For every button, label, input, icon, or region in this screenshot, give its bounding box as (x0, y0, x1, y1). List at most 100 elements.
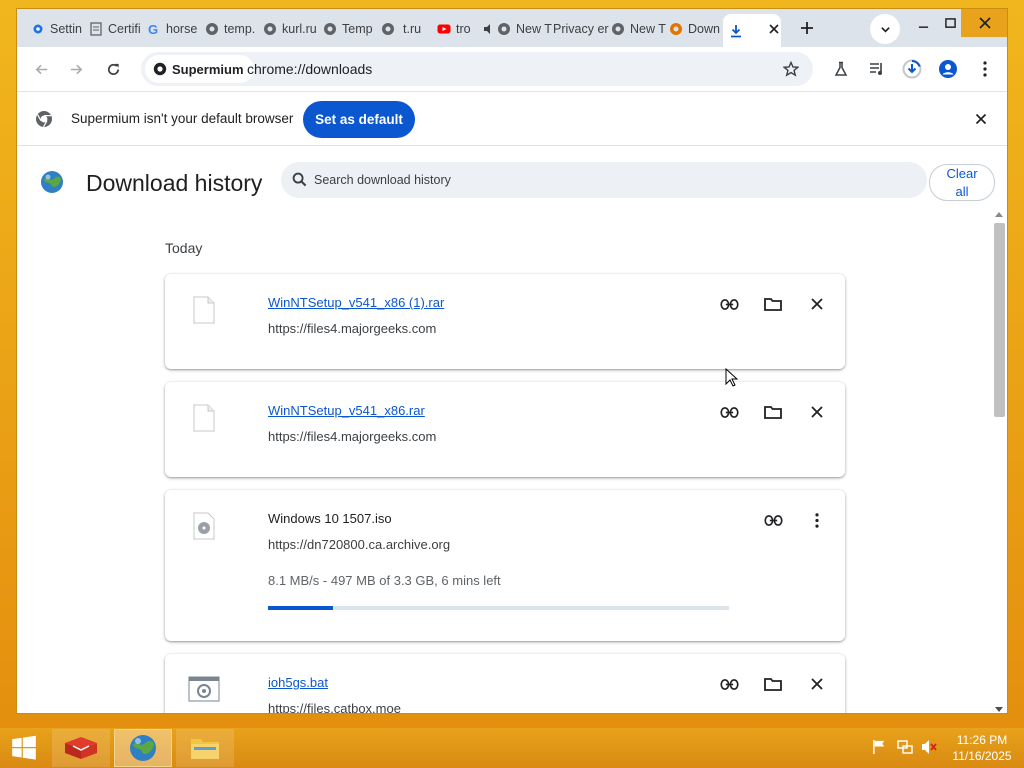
tab-privacy-error[interactable]: Privacy err (553, 17, 609, 41)
tab-label: temp. (224, 22, 256, 36)
download-item: WinNTSetup_v541_x86.rar https://files4.m… (165, 382, 845, 477)
search-icon (292, 172, 307, 192)
tab-downloads-previous[interactable]: Down (669, 17, 727, 41)
tab-label: Down (688, 22, 720, 36)
tab-label: Settin (50, 22, 82, 36)
copy-link-icon[interactable] (715, 290, 743, 318)
download-filename-link[interactable]: WinNTSetup_v541_x86.rar (268, 403, 425, 418)
labs-flask-icon[interactable] (829, 57, 853, 81)
new-tab-button[interactable] (789, 14, 825, 42)
tab-new-tab-2[interactable]: New T (611, 17, 667, 41)
set-as-default-button[interactable]: Set as default (303, 101, 415, 138)
tab-label: t.ru (403, 22, 422, 36)
scroll-up-arrow-icon[interactable] (995, 212, 1003, 217)
gear-icon (31, 22, 45, 36)
default-browser-infobar: Supermium isn't your default browser Set… (17, 91, 1007, 146)
download-item: WinNTSetup_v541_x86 (1).rar https://file… (165, 274, 845, 369)
more-actions-icon[interactable] (803, 506, 831, 534)
tab-downloads-active[interactable] (723, 14, 781, 47)
copy-link-icon[interactable] (759, 506, 787, 534)
back-button[interactable] (29, 57, 53, 81)
close-tab-icon[interactable] (768, 23, 780, 38)
site-info-chip[interactable]: Supermium (145, 55, 254, 83)
tab-new-tab[interactable]: New T (497, 17, 555, 41)
supermium-logo-icon (153, 62, 167, 76)
download-item: ioh5gs.bat https://files.catbox.moe (165, 654, 845, 713)
media-controls-icon[interactable] (865, 57, 889, 81)
globe-icon (263, 22, 277, 36)
globe-icon (205, 22, 219, 36)
globe-icon (381, 22, 395, 36)
file-explorer-icon[interactable] (176, 729, 234, 767)
close-window-button[interactable] (961, 9, 1007, 37)
start-button[interactable] (0, 729, 48, 767)
tab-strip: Settin Certifi G horse temp. kurl.ru Tem… (17, 9, 1007, 47)
downloads-globe-logo-icon (40, 170, 64, 194)
tab-horse[interactable]: G horse (147, 17, 203, 41)
remove-download-icon[interactable] (803, 398, 831, 426)
tab-settings[interactable]: Settin (31, 17, 87, 41)
windows-logo-icon (12, 735, 36, 760)
tab-label: Certifi (108, 22, 141, 36)
tab-temp[interactable]: temp. (205, 17, 261, 41)
tab-label: horse (166, 22, 198, 36)
page-title: Download history (86, 170, 263, 196)
profile-avatar-icon[interactable] (936, 57, 960, 81)
scrollbar[interactable] (992, 210, 1006, 713)
search-placeholder: Search download history (314, 173, 451, 187)
svg-text:G: G (148, 22, 158, 36)
system-clock[interactable]: 11:26 PM 11/16/2025 (946, 732, 1018, 764)
google-icon: G (147, 22, 161, 36)
download-progress-bar (268, 606, 729, 610)
clear-all-button[interactable]: Clear all (929, 164, 995, 201)
tab-temp-2[interactable]: Temp (323, 17, 379, 41)
copy-link-icon[interactable] (715, 398, 743, 426)
download-item-in-progress: Windows 10 1507.iso https://dn720800.ca.… (165, 490, 845, 641)
tab-label: tro (456, 22, 471, 36)
address-bar[interactable]: Supermium chrome://downloads (141, 52, 813, 86)
download-source-url: https://dn720800.ca.archive.org (268, 537, 451, 552)
tab-certificate[interactable]: Certifi (89, 17, 145, 41)
download-progress-fill (268, 606, 333, 610)
scrollbar-thumb[interactable] (994, 223, 1005, 417)
remove-download-icon[interactable] (803, 670, 831, 698)
remove-download-icon[interactable] (803, 290, 831, 318)
bookmark-star-icon[interactable] (779, 57, 803, 81)
browser-globe-icon[interactable] (114, 729, 172, 767)
action-center-flag-icon[interactable] (872, 739, 887, 759)
url-text[interactable]: chrome://downloads (247, 61, 372, 77)
download-filename: Windows 10 1507.iso (268, 511, 392, 526)
supermium-logo-icon (35, 110, 53, 128)
browser-window: Settin Certifi G horse temp. kurl.ru Tem… (16, 8, 1008, 714)
kebab-menu-icon[interactable] (973, 57, 997, 81)
search-downloads-input[interactable]: Search download history (281, 162, 927, 198)
tab-search-button[interactable] (870, 14, 900, 44)
disc-image-file-icon (193, 512, 215, 540)
globe-icon (669, 22, 683, 36)
show-in-folder-icon[interactable] (759, 670, 787, 698)
close-infobar-icon[interactable] (969, 107, 993, 131)
document-icon (89, 22, 103, 36)
globe-icon (497, 22, 511, 36)
copy-link-icon[interactable] (715, 670, 743, 698)
volume-muted-icon[interactable] (921, 739, 937, 760)
speaker-icon[interactable] (483, 17, 495, 41)
show-in-folder-icon[interactable] (759, 290, 787, 318)
show-in-folder-icon[interactable] (759, 398, 787, 426)
tab-label: Privacy err (553, 22, 609, 36)
clear-all-label: Clear all (946, 166, 978, 199)
red-box-app-icon[interactable] (52, 729, 110, 767)
download-filename-link[interactable]: ioh5gs.bat (268, 675, 328, 690)
tab-label: New T (630, 22, 666, 36)
globe-icon (611, 22, 625, 36)
section-header-today: Today (165, 240, 203, 256)
network-icon[interactable] (897, 739, 913, 760)
reload-button[interactable] (101, 57, 125, 81)
forward-button[interactable] (64, 57, 88, 81)
downloads-toolbar-icon[interactable] (900, 57, 924, 81)
tab-t-ru[interactable]: t.ru (381, 17, 435, 41)
site-chip-label: Supermium (172, 61, 244, 77)
tab-kurl[interactable]: kurl.ru (263, 17, 323, 41)
scroll-down-arrow-icon[interactable] (995, 707, 1003, 712)
download-filename-link[interactable]: WinNTSetup_v541_x86 (1).rar (268, 295, 444, 310)
